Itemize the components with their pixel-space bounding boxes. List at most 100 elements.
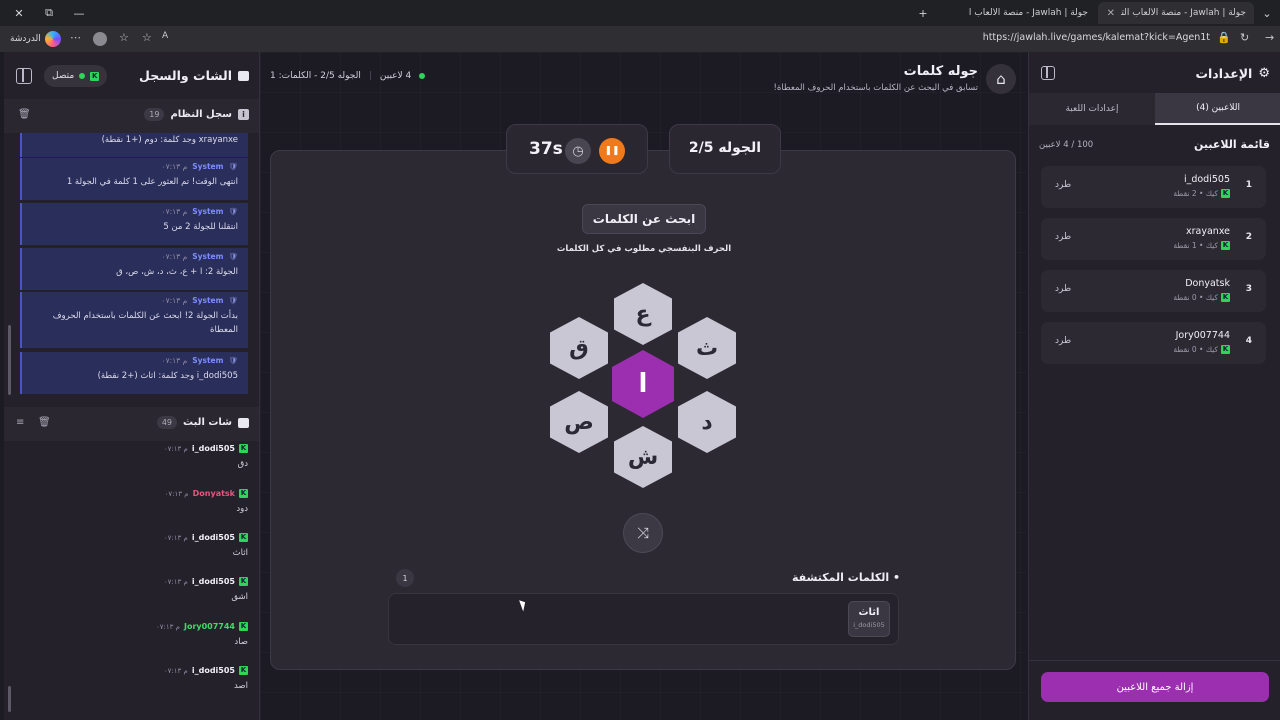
info-icon: i <box>238 109 249 120</box>
home-icon: ⌂ <box>996 70 1006 88</box>
settings-panel: ⚙ الإعدادات اللاعبين (4) إعدادات اللعبة … <box>1028 52 1280 720</box>
copilot-button[interactable]: الدردشة <box>10 30 61 48</box>
chat-username: Donyatsk <box>192 489 235 498</box>
trash-icon[interactable]: 🗑 <box>18 109 31 120</box>
kick-button[interactable]: طرد <box>1055 232 1071 242</box>
chat-bubble-icon <box>238 417 249 428</box>
profile-avatar-icon[interactable] <box>93 32 107 46</box>
system-message: 🛡 System م ٠٧:١٣ i_dodi505 وجد كلمة: اثاث … <box>20 352 248 394</box>
system-message-text: i_dodi505 وجد كلمة: اثاث (+2 نقطة) <box>97 371 238 381</box>
chat-message: Ki_dodi505 م ٠٧:١٣ دق <box>20 444 248 469</box>
filter-icon[interactable]: ≡ <box>16 417 24 428</box>
live-chat-header: ≡ 🗑 شات البث 49 <box>4 407 259 441</box>
kick-logo-icon: K <box>239 489 248 498</box>
game-area: 4 لاعبين | الجوله 2/5 - الكلمات: 1 ⌂ جول… <box>260 52 1026 720</box>
chat-message: K Donyatsk م ٠٧:١٣ دود <box>20 489 248 514</box>
player-rank: 4 <box>1245 336 1252 346</box>
tab-label: جولة | Jawlah - منصة الألعاب التفاعلية <box>968 8 1088 18</box>
system-message-text: بدأت الجولة 2! ابحث عن الكلمات باستخدام … <box>52 311 238 335</box>
player-rank: 1 <box>1245 180 1252 190</box>
found-word-chip: اثاث i_dodi505 <box>848 601 890 637</box>
system-log-count: 19 <box>144 108 165 121</box>
chat-username: Jory007744 <box>183 622 235 631</box>
pause-button[interactable]: ❚❚ <box>599 138 625 164</box>
collapse-panel-icon[interactable] <box>1041 66 1055 80</box>
restore-window-icon[interactable]: ⧉ <box>40 4 58 22</box>
collapse-panel-icon[interactable] <box>16 68 32 84</box>
system-badge-icon: 🛡 <box>228 356 238 365</box>
kick-button[interactable]: طرد <box>1055 180 1071 190</box>
kick-logo-icon: K <box>239 533 248 542</box>
tab-label: جولة | Jawlah - منصة الألعاب التفاعلية <box>1121 8 1246 18</box>
more-icon[interactable]: ⋯ <box>70 31 81 44</box>
round-status: 4 لاعبين | الجوله 2/5 - الكلمات: 1 <box>270 71 426 81</box>
live-chat-scrollbar[interactable] <box>8 686 11 712</box>
clock-icon: ◷ <box>565 138 591 164</box>
message-time: م ٠٧:١٣ <box>161 356 188 365</box>
status-label: متصل <box>52 71 75 81</box>
found-count-badge: 1 <box>396 569 414 587</box>
system-sender: System <box>192 162 224 171</box>
online-dot-icon <box>419 73 426 79</box>
system-message-text: xrayanxe وجد كلمة: دوم (+1 نقطة) <box>101 135 238 145</box>
settings-title: ⚙ الإعدادات <box>1195 66 1270 81</box>
message-time: م ٠٧:١٣ <box>163 577 188 586</box>
live-chat-count: 49 <box>156 416 178 429</box>
kick-button[interactable]: طرد <box>1055 284 1071 294</box>
chat-username: i_dodi505 <box>191 666 235 675</box>
player-meta: K كيك • 0 نقطة <box>1173 345 1230 354</box>
settings-tabs: اللاعبين (4) إعدادات اللعبة <box>1029 93 1280 125</box>
found-word-by: i_dodi505 <box>853 621 885 629</box>
online-dot-icon <box>79 73 86 79</box>
favorites-icon[interactable]: ☆ <box>119 31 129 44</box>
chat-text: اصد <box>233 681 248 691</box>
page-subtitle: تسابق في البحث عن الكلمات باستخدام الحرو… <box>773 83 978 93</box>
copilot-label: الدردشة <box>10 34 41 44</box>
chat-message: Ki_dodi505 م ٠٧:١٣ اثاث <box>20 533 248 558</box>
tab-jawlah-2[interactable]: جولة | Jawlah - منصة الألعاب التفاعلية <box>946 2 1096 24</box>
system-badge-icon: 🛡 <box>228 207 238 216</box>
minimize-window-icon[interactable]: — <box>70 4 88 22</box>
system-log-scrollbar[interactable] <box>8 325 11 395</box>
shuffle-button[interactable]: ⤨ <box>623 513 663 553</box>
close-window-icon[interactable]: ✕ <box>10 4 28 22</box>
chat-text: اشق <box>231 592 248 602</box>
player-rank: 3 <box>1245 284 1252 294</box>
home-button[interactable]: ⌂ <box>986 64 1016 94</box>
kick-logo-icon: K <box>1221 293 1230 302</box>
kick-logo-icon: K <box>1221 241 1230 250</box>
found-words-title-text: الكلمات المكتشفة <box>792 571 890 584</box>
round-label: الجوله 2/5 <box>688 140 762 156</box>
players-online: 4 لاعبين <box>379 71 412 81</box>
close-tab-icon[interactable]: ✕ <box>1107 8 1115 19</box>
player-meta: K كيك • 1 نقطة <box>1173 241 1230 250</box>
system-badge-icon: 🛡 <box>228 162 238 171</box>
read-aloud-icon[interactable]: A <box>162 31 168 41</box>
system-log-title: سجل النظام <box>170 109 232 120</box>
tab-jawlah-active[interactable]: جولة | Jawlah - منصة الألعاب التفاعلية ✕ <box>1098 2 1254 24</box>
message-time: م ٠٧:١٣ <box>161 207 188 216</box>
tab-list-chevron-icon[interactable]: ⌄ <box>1258 4 1276 22</box>
player-rank: 2 <box>1245 232 1252 242</box>
new-tab-icon[interactable]: + <box>914 4 932 22</box>
back-icon[interactable]: → <box>1265 31 1274 44</box>
chat-text: دود <box>236 504 248 514</box>
message-time: م ٠٧:١٣ <box>163 533 188 542</box>
trash-icon[interactable]: 🗑 <box>38 417 51 428</box>
add-favorite-icon[interactable]: ☆ <box>142 31 152 44</box>
url-text[interactable]: https://jawlah.live/games/kalemat?kick=A… <box>983 32 1210 43</box>
message-time: م ٠٧:١٣ <box>161 296 188 305</box>
message-time: م ٠٧:١٣ <box>163 666 188 675</box>
tab-game-settings[interactable]: إعدادات اللعبة <box>1029 93 1155 125</box>
search-title: ابحث عن الكلمات <box>582 204 706 234</box>
chat-username: i_dodi505 <box>191 577 235 586</box>
pause-icon: ❚❚ <box>604 146 620 156</box>
remove-all-players-button[interactable]: إزالة جميع اللاعبين <box>1041 672 1269 702</box>
player-meta: K كيك • 2 نقطة <box>1173 189 1230 198</box>
tab-players[interactable]: اللاعبين (4) <box>1155 93 1280 125</box>
kick-button[interactable]: طرد <box>1055 336 1071 346</box>
refresh-icon[interactable]: ↻ <box>1240 31 1249 44</box>
address-bar: الدردشة ⋯ ☆ ☆ A https://jawlah.live/game… <box>0 26 1280 52</box>
system-message: 🛡 System م ٠٧:١٣ الجولة 2: ا + ع، ث، د، ش،… <box>20 248 248 290</box>
system-message-text: الجولة 2: ا + ع، ث، د، ش، ص، ق <box>116 267 238 277</box>
